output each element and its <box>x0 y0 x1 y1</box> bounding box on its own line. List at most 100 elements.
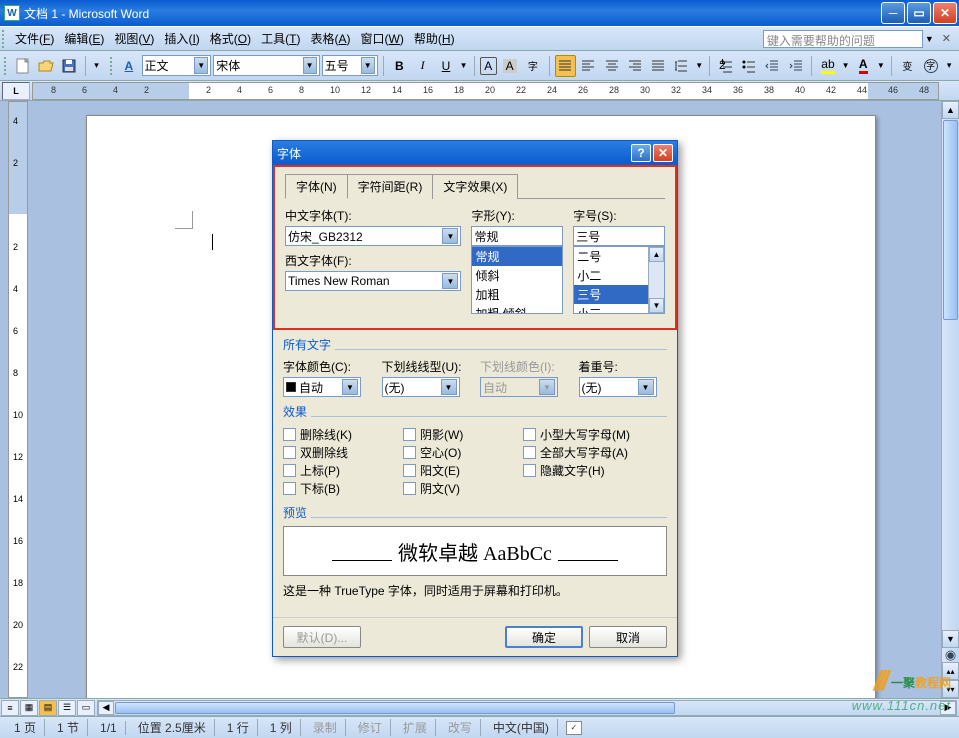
hscroll-left[interactable]: ◀ <box>98 701 114 715</box>
tab-char-spacing[interactable]: 字符间距(R) <box>347 174 434 199</box>
list-item[interactable]: 倾斜 <box>472 266 562 285</box>
outline-view-button[interactable]: ☰ <box>58 700 76 716</box>
new-doc-button[interactable] <box>12 55 33 77</box>
size-combo[interactable]: 五号▼ <box>322 55 378 76</box>
open-button[interactable] <box>35 55 56 77</box>
engrave-checkbox[interactable]: 阴文(V) <box>403 480 523 497</box>
font-size-listbox[interactable]: 二号 小二 三号 小三 四号 ▲▼ <box>573 246 665 314</box>
en-font-combo[interactable]: Times New Roman▼ <box>285 271 461 291</box>
vertical-scrollbar[interactable]: ▲ ▼ ◉ ▴▴ ▾▾ <box>941 101 959 698</box>
all-caps-checkbox[interactable]: 全部大写字母(A) <box>523 444 667 461</box>
outdent-button[interactable] <box>762 55 783 77</box>
menu-insert[interactable]: 插入(I) <box>159 28 204 49</box>
menu-table[interactable]: 表格(A) <box>306 28 356 49</box>
vertical-ruler[interactable]: 42246810121416182022 <box>8 101 28 698</box>
dialog-close-button[interactable]: ✕ <box>653 144 673 162</box>
font-style-input[interactable]: 常规 <box>471 226 563 246</box>
shadow-checkbox[interactable]: 阴影(W) <box>403 426 523 443</box>
dialog-help-button[interactable]: ? <box>631 144 651 162</box>
italic-button[interactable]: I <box>412 55 433 77</box>
list-item[interactable]: 常规 <box>472 247 562 266</box>
toolbar-overflow[interactable]: ▾ <box>91 55 103 77</box>
close-button[interactable]: ✕ <box>933 2 957 24</box>
align-left-button[interactable] <box>578 55 599 77</box>
status-col[interactable]: 1 列 <box>262 719 301 736</box>
font-color-dd[interactable]: ▼ <box>876 55 886 77</box>
cancel-button[interactable]: 取消 <box>589 626 667 648</box>
highlight-button[interactable]: ab <box>817 55 838 77</box>
status-line[interactable]: 1 行 <box>219 719 258 736</box>
menu-tools[interactable]: 工具(T) <box>256 28 305 49</box>
status-record[interactable]: 录制 <box>305 719 346 736</box>
underline-type-combo[interactable]: (无)▼ <box>382 377 460 397</box>
web-view-button[interactable]: ▦ <box>20 700 38 716</box>
status-section[interactable]: 1 节 <box>49 719 88 736</box>
ruler-corner[interactable]: L <box>2 82 30 100</box>
double-strike-checkbox[interactable]: 双删除线 <box>283 444 403 461</box>
ok-button[interactable]: 确定 <box>505 626 583 648</box>
menu-help[interactable]: 帮助(H) <box>409 28 460 49</box>
minimize-button[interactable]: ─ <box>881 2 905 24</box>
format-toolbar-overflow[interactable]: ▾ <box>943 55 955 77</box>
bold-button[interactable]: B <box>389 55 410 77</box>
font-size-input[interactable]: 三号 <box>573 226 665 246</box>
menu-view[interactable]: 视图(V) <box>109 28 159 49</box>
phonetic-guide-button[interactable]: 变 <box>897 55 918 77</box>
outline-checkbox[interactable]: 空心(O) <box>403 444 523 461</box>
hidden-checkbox[interactable]: 隐藏文字(H) <box>523 462 667 479</box>
align-center-button[interactable] <box>601 55 622 77</box>
scroll-up-icon[interactable]: ▲ <box>649 247 664 262</box>
horizontal-ruler[interactable]: 8642246810121416182022242628303234363840… <box>32 82 939 100</box>
font-style-listbox[interactable]: 常规 倾斜 加粗 加粗 倾斜 <box>471 246 563 314</box>
small-caps-checkbox[interactable]: 小型大写字母(M) <box>523 426 667 443</box>
doc-close-button[interactable]: ✕ <box>942 32 951 45</box>
toolbar-grip-3[interactable] <box>110 57 116 75</box>
align-right-button[interactable] <box>624 55 645 77</box>
emboss-checkbox[interactable]: 阳文(E) <box>403 462 523 479</box>
tab-text-effects[interactable]: 文字效果(X) <box>432 174 518 199</box>
print-layout-button[interactable]: ▤ <box>39 700 57 716</box>
menu-edit[interactable]: 编辑(E) <box>59 28 109 49</box>
char-shading-button[interactable]: A <box>499 55 520 77</box>
subscript-checkbox[interactable]: 下标(B) <box>283 480 403 497</box>
line-spacing-dd[interactable]: ▼ <box>694 55 704 77</box>
status-position[interactable]: 位置 2.5厘米 <box>130 719 215 736</box>
list-item[interactable]: 加粗 倾斜 <box>472 304 562 314</box>
line-spacing-button[interactable] <box>671 55 692 77</box>
align-distribute-button[interactable] <box>648 55 669 77</box>
indent-button[interactable] <box>785 55 806 77</box>
scroll-down-icon[interactable]: ▼ <box>649 298 664 313</box>
toolbar-grip-2[interactable] <box>4 57 10 75</box>
browse-object-button[interactable]: ◉ <box>942 648 959 662</box>
char-scale-button[interactable]: 字 <box>522 55 543 77</box>
char-border-button[interactable]: A <box>480 57 497 75</box>
status-language[interactable]: 中文(中国) <box>485 719 558 736</box>
list-item[interactable]: 加粗 <box>472 285 562 304</box>
underline-button[interactable]: U <box>435 55 456 77</box>
font-color-button[interactable]: A <box>853 55 874 77</box>
hscroll-thumb[interactable] <box>115 702 675 714</box>
default-button[interactable]: 默认(D)... <box>283 626 361 648</box>
superscript-checkbox[interactable]: 上标(P) <box>283 462 403 479</box>
toolbar-grip[interactable] <box>2 30 8 48</box>
status-revise[interactable]: 修订 <box>350 719 391 736</box>
help-search-input[interactable]: 键入需要帮助的问题 <box>763 30 923 48</box>
align-justify-button[interactable] <box>555 55 576 77</box>
menu-file[interactable]: 文件(F) <box>10 28 59 49</box>
style-combo[interactable]: 正文▼ <box>142 55 212 76</box>
font-combo[interactable]: 宋体▼ <box>213 55 319 76</box>
menu-window[interactable]: 窗口(W) <box>356 28 409 49</box>
dialog-title-bar[interactable]: 字体 ? ✕ <box>273 141 677 165</box>
bullet-list-button[interactable] <box>738 55 759 77</box>
strikethrough-checkbox[interactable]: 删除线(K) <box>283 426 403 443</box>
enclose-char-button[interactable]: 字 <box>920 55 941 77</box>
status-extend[interactable]: 扩展 <box>395 719 436 736</box>
reading-view-button[interactable]: ▭ <box>77 700 95 716</box>
status-page[interactable]: 1 页 <box>6 719 45 736</box>
normal-view-button[interactable]: ≡ <box>1 700 19 716</box>
emphasis-combo[interactable]: (无)▼ <box>579 377 657 397</box>
scroll-thumb[interactable] <box>943 120 958 320</box>
font-color-combo[interactable]: 自动▼ <box>283 377 361 397</box>
status-overwrite[interactable]: 改写 <box>440 719 481 736</box>
save-button[interactable] <box>58 55 79 77</box>
